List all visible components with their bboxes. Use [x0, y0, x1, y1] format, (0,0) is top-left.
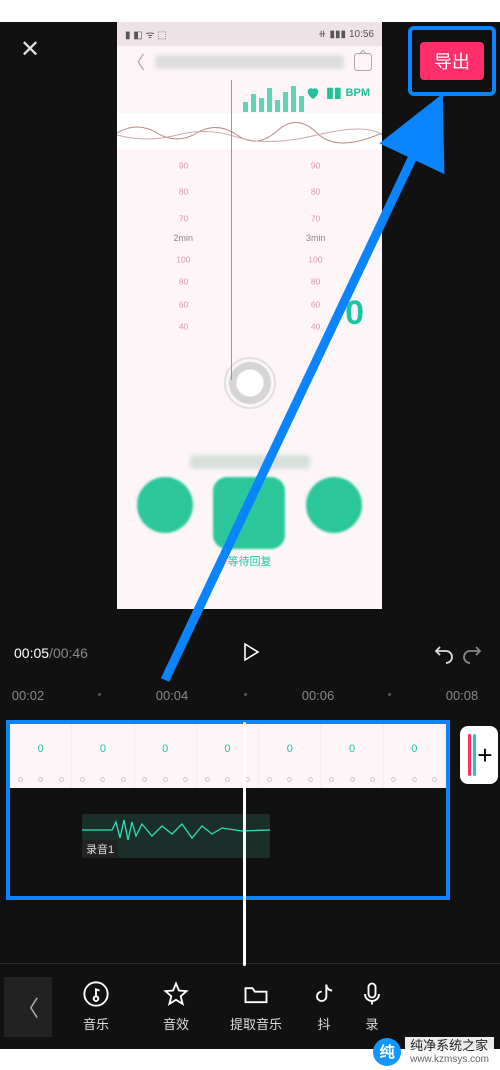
tool-label: 抖: [317, 1014, 330, 1033]
tool-label: 提取音乐: [230, 1014, 282, 1033]
video-editor-app: ✕ 导出 ▮ ◧ ᯤ ⬚ ⧺ ▮▮▮ 10:56 〈 ▮▮ BPM: [0, 22, 500, 1049]
timeline-ruler[interactable]: 00:02 00:04 00:06 00:08: [0, 684, 500, 712]
video-frame[interactable]: 0: [72, 724, 134, 788]
preview-action-3: [306, 477, 362, 533]
tool-label: 录: [365, 1014, 378, 1033]
ruler-mark: 00:02: [12, 688, 45, 703]
watermark-brand: 纯净系统之家: [410, 1039, 489, 1054]
video-track[interactable]: 0 0 0 0 0 0 0: [10, 724, 446, 788]
preview-footer-text: 等待回复: [117, 553, 382, 569]
add-clip-button[interactable]: +: [460, 726, 498, 784]
audio-clip[interactable]: 录音1: [82, 814, 270, 858]
undo-button[interactable]: [430, 639, 458, 667]
playhead[interactable]: [243, 722, 246, 966]
play-button[interactable]: [238, 640, 262, 667]
video-frame[interactable]: 0: [321, 724, 383, 788]
video-frame[interactable]: 0: [197, 724, 259, 788]
video-frame[interactable]: 0: [384, 724, 446, 788]
export-button[interactable]: 导出: [420, 42, 484, 80]
preview-waveform: [117, 113, 382, 149]
heart-icon: [304, 85, 322, 101]
microphone-icon: [358, 980, 386, 1008]
preview-scale-a: 908070 908070: [117, 153, 382, 233]
preview-title-blurred: [155, 55, 344, 69]
preview-action-row: [117, 477, 382, 549]
preview-status-bar: ▮ ◧ ᯤ ⬚ ⧺ ▮▮▮ 10:56: [117, 22, 382, 46]
ruler-mark: 00:06: [302, 688, 335, 703]
preview-back-icon: 〈: [127, 49, 145, 75]
preview-time-labels: 2min 3min: [117, 233, 382, 243]
play-bar: 00:05/00:46: [0, 632, 500, 674]
toolbar-back-button[interactable]: 〈: [4, 977, 52, 1037]
tool-record[interactable]: 录: [352, 980, 392, 1033]
preview-bar-chart: [243, 82, 304, 112]
preview-share-icon: [354, 53, 372, 71]
tool-sfx[interactable]: 音效: [136, 980, 216, 1033]
export-highlight: 导出: [408, 26, 496, 96]
watermark: 纯 纯净系统之家 www.kzmsys.com: [373, 1037, 494, 1067]
status-bt-icon: ⧺: [318, 29, 326, 40]
video-frame[interactable]: 0: [259, 724, 321, 788]
tool-label: 音效: [163, 1014, 189, 1033]
preview-header: 〈: [117, 46, 382, 78]
music-note-icon: [82, 980, 110, 1008]
total-time: /00:46: [49, 645, 88, 661]
tool-douyin[interactable]: 抖: [296, 980, 352, 1033]
tool-extract-music[interactable]: 提取音乐: [216, 980, 296, 1033]
preview-action-2: [213, 477, 285, 549]
watermark-logo-icon: 纯: [373, 1038, 401, 1066]
close-button[interactable]: ✕: [10, 30, 50, 70]
timeline-highlight: 0 0 0 0 0 0 0 录音1: [6, 720, 450, 900]
star-icon: [162, 980, 190, 1008]
watermark-url: www.kzmsys.com: [410, 1054, 489, 1066]
status-signal-icon: ▮ ◧ ᯤ ⬚: [125, 27, 167, 41]
status-time: 10:56: [349, 29, 374, 40]
current-time: 00:05: [14, 645, 49, 661]
video-frame[interactable]: 0: [10, 724, 72, 788]
tool-music[interactable]: 音乐: [56, 980, 136, 1033]
ruler-mark: 00:08: [446, 688, 479, 703]
preview-subtitle-blurred: [190, 455, 310, 469]
preview-divider-line: [231, 80, 232, 380]
preview-scale-b: 100806040 100806040: [117, 249, 382, 339]
bpm-label: BPM: [346, 87, 370, 99]
export-label: 导出: [434, 48, 470, 74]
preview-big-value: 0: [345, 294, 364, 333]
tool-label: 音乐: [83, 1014, 109, 1033]
douyin-icon: [310, 980, 338, 1008]
video-frame[interactable]: 0: [135, 724, 197, 788]
audio-clip-label: 录音1: [82, 840, 118, 858]
video-preview[interactable]: ▮ ◧ ᯤ ⬚ ⧺ ▮▮▮ 10:56 〈 ▮▮ BPM 908070 9080…: [117, 22, 382, 609]
ruler-mark: 00:04: [156, 688, 189, 703]
preview-action-1: [137, 477, 193, 533]
redo-button[interactable]: [458, 639, 486, 667]
folder-icon: [242, 980, 270, 1008]
bpm-value: ▮▮: [326, 84, 341, 101]
